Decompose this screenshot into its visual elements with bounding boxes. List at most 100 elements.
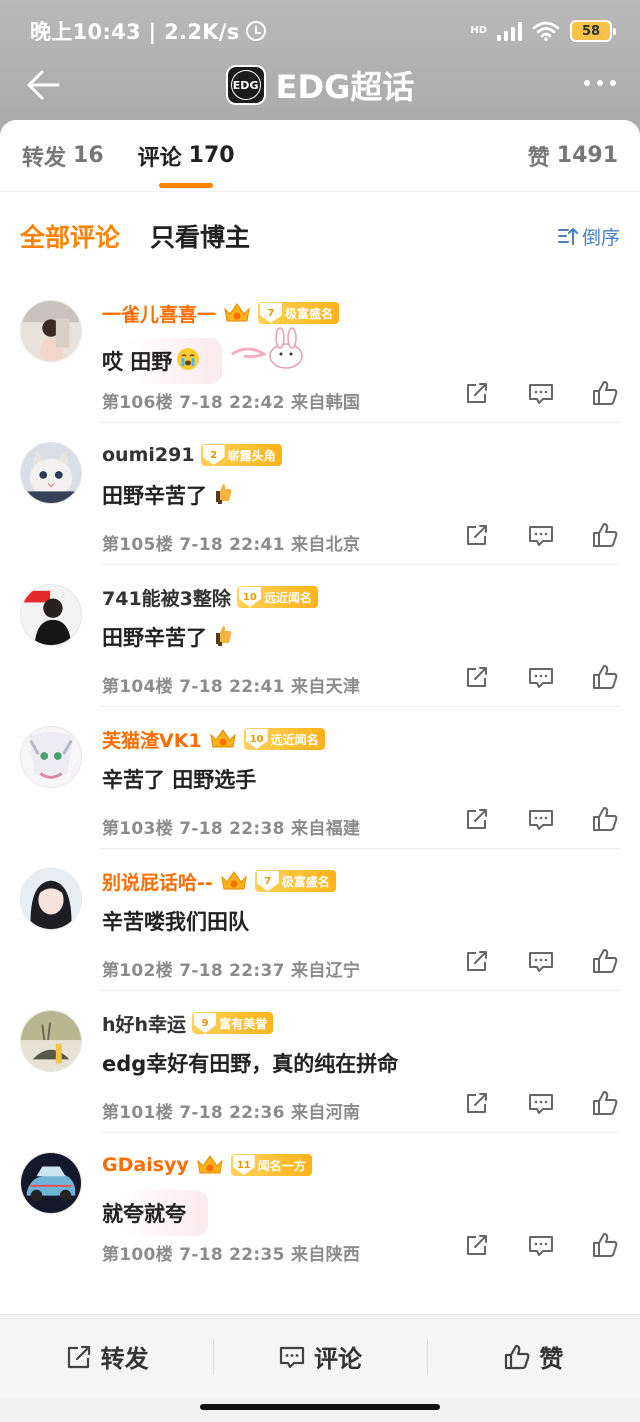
- like-icon[interactable]: [592, 806, 618, 836]
- reply-icon[interactable]: [528, 522, 554, 552]
- comment-floor: 第101楼: [102, 1103, 173, 1123]
- comment-actions: [464, 948, 618, 978]
- comment-author-name[interactable]: 别说屁话哈--: [102, 868, 213, 895]
- comment-author-name[interactable]: GDaisyy: [102, 1154, 189, 1176]
- like-label: 赞: [539, 1345, 564, 1373]
- comment-item[interactable]: 一雀儿喜喜一 7 极富盛名 哎 田野 第106楼 7-18 22:42 来自韩国: [0, 280, 640, 422]
- comment-item[interactable]: 741能被3整除 10 远近闻名 田野辛苦了 第104楼 7-18 22:41 …: [0, 564, 640, 706]
- fan-level-badge[interactable]: 9 富有美誉: [192, 1012, 274, 1034]
- comment-text[interactable]: 田野辛苦了: [102, 480, 233, 510]
- fan-level-title: 远近闻名: [263, 590, 312, 605]
- fan-level-badge[interactable]: 2 崭露头角: [200, 444, 282, 466]
- comment-meta: 第102楼 7-18 22:37 来自辽宁: [102, 956, 360, 981]
- like-icon[interactable]: [592, 664, 618, 694]
- vip-crown-icon: [197, 1155, 223, 1174]
- back-arrow-icon[interactable]: [24, 66, 64, 104]
- tab-repost[interactable]: 转发 16: [22, 120, 104, 192]
- comment-text[interactable]: 田野辛苦了: [102, 622, 233, 652]
- reply-icon[interactable]: [528, 1090, 554, 1120]
- comment-meta: 第100楼 7-18 22:35 来自陕西: [102, 1240, 360, 1265]
- bottom-action-bar: 转发 评论 赞: [0, 1314, 640, 1398]
- comment-text[interactable]: 哎 田野: [102, 338, 223, 384]
- comment-author-row: 741能被3整除 10 远近闻名: [102, 584, 318, 610]
- comment-location: 来自河南: [291, 1103, 361, 1123]
- avatar[interactable]: [20, 1010, 82, 1072]
- comment-location: 来自北京: [291, 535, 361, 555]
- share-icon[interactable]: [464, 380, 490, 410]
- comment-text[interactable]: 辛苦了 田野选手: [102, 764, 256, 794]
- alarm-icon: [245, 21, 266, 41]
- like-icon[interactable]: [592, 1090, 618, 1120]
- comment-item[interactable]: 芙猫渣VK1 10 远近闻名 辛苦了 田野选手 第103楼 7-18 22:38…: [0, 706, 640, 848]
- comment-author-name[interactable]: 741能被3整除: [102, 584, 231, 611]
- comment-author-name[interactable]: oumi291: [102, 444, 195, 466]
- comment-text[interactable]: 就夸就夸: [102, 1190, 208, 1236]
- reply-icon[interactable]: [528, 1232, 554, 1262]
- comment-item[interactable]: GDaisyy 11 闻名一方 就夸就夸 第100楼 7-18 22:35 来自…: [0, 1132, 640, 1274]
- comment-time: 7-18 22:37: [179, 961, 285, 981]
- comment-text[interactable]: 辛苦喽我们田队: [102, 906, 249, 936]
- comment-item[interactable]: oumi291 2 崭露头角 田野辛苦了 第105楼 7-18 22:41 来自…: [0, 422, 640, 564]
- comment-author-row: oumi291 2 崭露头角: [102, 442, 282, 468]
- fan-level-title: 极富盛名: [285, 306, 334, 321]
- avatar[interactable]: [20, 1152, 82, 1214]
- reply-icon[interactable]: [528, 380, 554, 410]
- share-icon[interactable]: [464, 806, 490, 836]
- comment-time: 7-18 22:36: [179, 1103, 285, 1123]
- more-options-icon[interactable]: [584, 80, 616, 86]
- share-icon[interactable]: [464, 664, 490, 694]
- share-icon[interactable]: [464, 1090, 490, 1120]
- fan-level-badge[interactable]: 11 闻名一方: [230, 1154, 312, 1176]
- page-title[interactable]: EDG EDG超话: [225, 62, 414, 108]
- share-icon[interactable]: [464, 948, 490, 978]
- comment-author-name[interactable]: h好h幸运: [102, 1010, 186, 1037]
- fan-level-badge[interactable]: 10 远近闻名: [236, 586, 318, 608]
- share-icon[interactable]: [464, 1232, 490, 1262]
- fan-level-title: 闻名一方: [257, 1158, 306, 1173]
- comment-author-name[interactable]: 一雀儿喜喜一: [102, 300, 216, 327]
- fan-level-badge[interactable]: 10 远近闻名: [243, 728, 325, 750]
- status-bar: 晚上10:43 | 2.2K/s HD 58: [0, 0, 640, 62]
- like-button[interactable]: 赞: [426, 1315, 640, 1398]
- reply-icon[interactable]: [528, 664, 554, 694]
- comment-author-name[interactable]: 芙猫渣VK1: [102, 726, 202, 753]
- comment-actions: [464, 806, 618, 836]
- fan-level-badge[interactable]: 7 极富盛名: [254, 870, 336, 892]
- comment-text-body: 哎 田野: [102, 350, 173, 374]
- comment-meta: 第104楼 7-18 22:41 来自天津: [102, 672, 360, 697]
- comment-button[interactable]: 评论: [213, 1315, 426, 1398]
- filter-owner-only[interactable]: 只看博主: [150, 218, 250, 254]
- comment-item[interactable]: h好h幸运 9 富有美誉 edg幸好有田野，真的纯在拼命 第101楼 7-18 …: [0, 990, 640, 1132]
- comment-text-body: 田野辛苦了: [102, 484, 207, 508]
- tab-comments[interactable]: 评论 170: [138, 120, 235, 192]
- like-icon[interactable]: [592, 1232, 618, 1262]
- fan-level-number: 11: [232, 1155, 255, 1175]
- comment-meta: 第101楼 7-18 22:36 来自河南: [102, 1098, 360, 1123]
- comment-text[interactable]: edg幸好有田野，真的纯在拼命: [102, 1048, 398, 1078]
- sort-button[interactable]: 倒序: [557, 223, 620, 250]
- fan-level-badge[interactable]: 7 极富盛名: [258, 302, 340, 324]
- tab-likes[interactable]: 赞 1491: [528, 120, 618, 192]
- share-icon[interactable]: [464, 522, 490, 552]
- status-time: 晚上10:43 | 2.2K/s: [30, 20, 240, 44]
- like-icon[interactable]: [592, 380, 618, 410]
- vip-crown-icon: [221, 871, 247, 890]
- comment-filter-row: 全部评论 只看博主 倒序: [0, 192, 640, 280]
- like-icon[interactable]: [592, 948, 618, 978]
- avatar[interactable]: [20, 300, 82, 362]
- bunny-decoration: [231, 327, 303, 369]
- avatar[interactable]: [20, 442, 82, 504]
- avatar[interactable]: [20, 726, 82, 788]
- like-icon[interactable]: [592, 522, 618, 552]
- reply-icon[interactable]: [528, 948, 554, 978]
- filter-all-comments[interactable]: 全部评论: [20, 218, 120, 254]
- comment-author-row: GDaisyy 11 闻名一方: [102, 1152, 312, 1178]
- avatar[interactable]: [20, 868, 82, 930]
- repost-button[interactable]: 转发: [0, 1315, 213, 1398]
- comment-author-row: 别说屁话哈-- 7 极富盛名: [102, 868, 336, 894]
- avatar[interactable]: [20, 584, 82, 646]
- comment-item[interactable]: 别说屁话哈-- 7 极富盛名 辛苦喽我们田队 第102楼 7-18 22:37 …: [0, 848, 640, 990]
- thumbs-up-icon: [211, 623, 233, 652]
- reply-icon[interactable]: [528, 806, 554, 836]
- comment-text-body: edg幸好有田野，真的纯在拼命: [102, 1052, 399, 1076]
